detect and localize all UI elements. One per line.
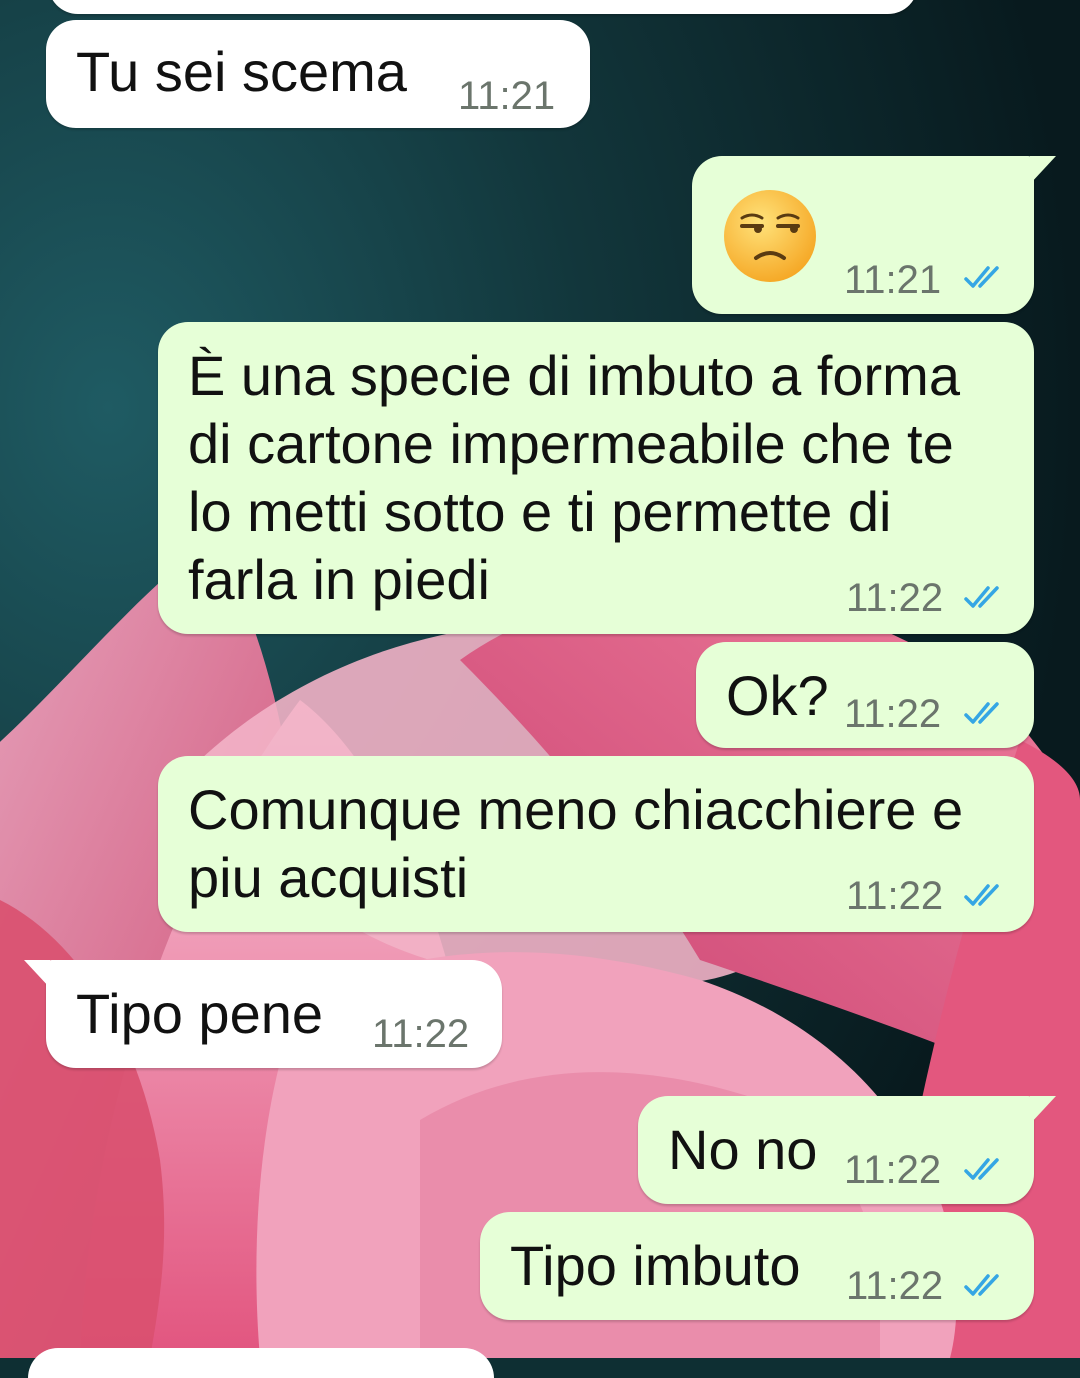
message-text: Tipo pene (76, 982, 323, 1045)
outgoing-message-bubble[interactable]: Comunque meno chiacchiere e piu acquisti… (158, 756, 1034, 932)
outgoing-message-bubble[interactable]: No no 11:22 (638, 1096, 1034, 1204)
read-receipt-icon (964, 266, 999, 288)
message-time: 11:21 (844, 258, 942, 302)
message-time: 11:21 (458, 74, 556, 118)
outgoing-message-bubble[interactable]: 11:21 (692, 156, 1034, 314)
read-receipt-icon (964, 586, 999, 608)
message-time: 11:22 (846, 874, 944, 918)
bubble-tail (24, 960, 50, 988)
outgoing-message-bubble[interactable]: Tipo imbuto 11:22 (480, 1212, 1034, 1320)
message-text: Tipo imbuto (510, 1234, 801, 1297)
partial-message-bubble[interactable] (28, 1348, 494, 1378)
partial-message-bubble[interactable] (48, 0, 918, 14)
read-receipt-icon (964, 1158, 999, 1180)
message-text-line: È una specie di imbuto a forma (188, 344, 960, 407)
read-receipt-icon (964, 702, 999, 724)
message-text: Ok? (726, 664, 829, 727)
message-text-line: piu acquisti (188, 846, 469, 909)
message-text-line: lo metti sotto e ti permette di (188, 480, 892, 543)
message-text-line: di cartone impermeabile che te (188, 412, 954, 475)
message-time: 11:22 (372, 1012, 470, 1056)
message-text-line: Comunque meno chiacchiere e (188, 778, 964, 841)
message-text-line: farla in piedi (188, 548, 490, 611)
unamused-face-icon (724, 190, 816, 282)
message-time: 11:22 (846, 1264, 944, 1308)
bubble-tail (1030, 156, 1056, 184)
message-text: Tu sei scema (76, 40, 407, 103)
message-time: 11:22 (844, 1148, 942, 1192)
incoming-message-bubble[interactable]: Tu sei scema 11:21 (46, 20, 590, 128)
outgoing-message-bubble[interactable]: Ok? 11:22 (696, 642, 1034, 748)
read-receipt-icon (964, 1274, 999, 1296)
message-time: 11:22 (846, 576, 944, 620)
message-text: No no (668, 1118, 818, 1181)
message-time: 11:22 (844, 692, 942, 736)
outgoing-message-bubble[interactable]: È una specie di imbuto a forma di carton… (158, 322, 1034, 634)
bubble-tail (1030, 1096, 1056, 1124)
read-receipt-icon (964, 884, 999, 906)
incoming-message-bubble[interactable]: Tipo pene 11:22 (46, 960, 502, 1068)
